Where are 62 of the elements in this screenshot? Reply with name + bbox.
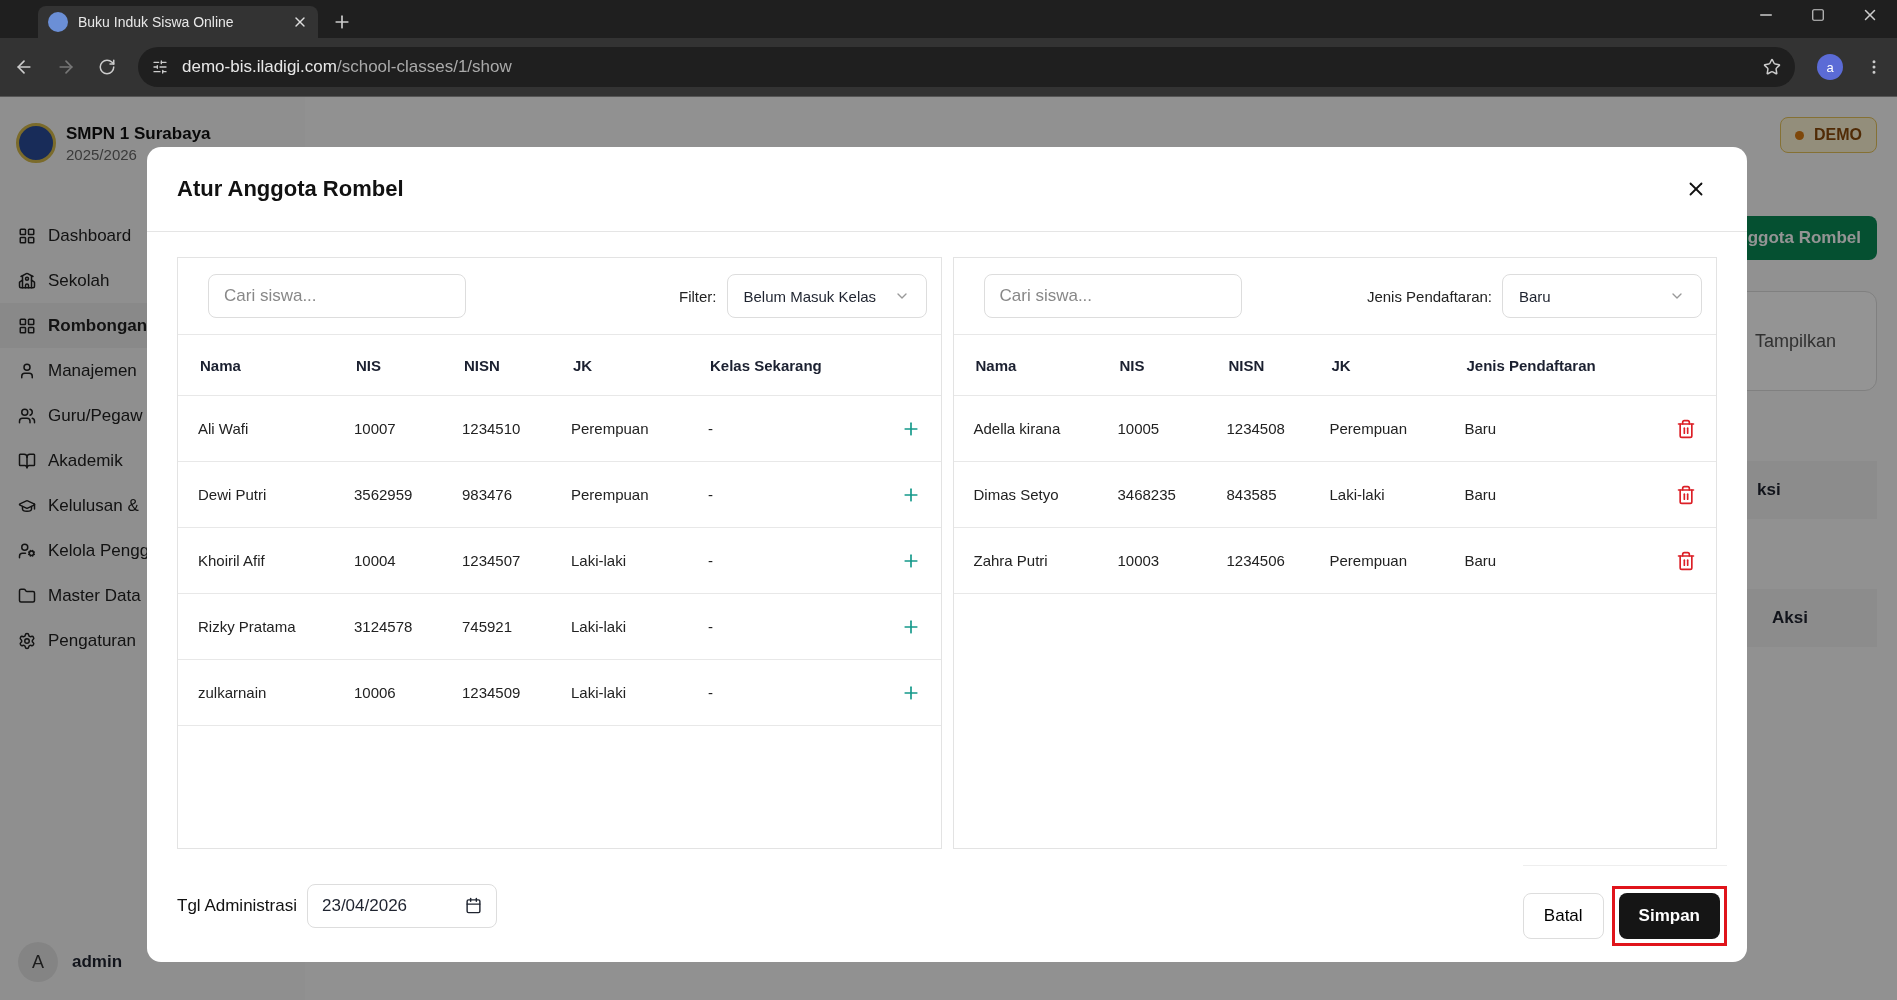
- column-header: ksi: [1757, 480, 1781, 500]
- table-cell-text: Baru: [1464, 486, 1498, 503]
- user-name: admin: [72, 952, 123, 972]
- column-header: NIS: [1118, 356, 1146, 374]
- table-cell-text: Laki-laki: [571, 552, 628, 569]
- school-name: SMPN 1 Surabaya: [66, 123, 211, 144]
- column-header: Kelas Sekarang: [709, 356, 823, 374]
- demo-badge: DEMO: [1780, 117, 1877, 153]
- table-cell-text: 745921: [462, 618, 514, 635]
- card-label: Tampilkan: [1754, 330, 1836, 352]
- column-header: JK: [1330, 356, 1352, 374]
- column-header: Nama: [974, 356, 1018, 374]
- table-cell-text: Perempuan: [571, 420, 650, 437]
- table-cell-text: Dimas Setyo: [973, 486, 1060, 503]
- table-cell-text: -: [708, 420, 714, 437]
- filter-label: Filter:: [679, 287, 717, 305]
- table-cell-text: -: [708, 552, 714, 569]
- table-cell-text: Perempuan: [1329, 420, 1409, 437]
- table-cell-text: 10006: [354, 684, 397, 701]
- table-cell-text: 3468235: [1117, 486, 1177, 503]
- table-cell-text: Rizky Pratama: [198, 618, 297, 635]
- table-cell-text: Laki-laki: [571, 684, 628, 701]
- table-cell-text: Laki-laki: [1329, 486, 1386, 503]
- date-label: Tgl Administrasi: [177, 895, 297, 916]
- table-cell-text: 843585: [1226, 486, 1278, 503]
- table-cell-text: Laki-laki: [571, 618, 628, 635]
- table-cell-text: 10007: [354, 420, 397, 437]
- table-cell-text: Baru: [1464, 552, 1498, 569]
- table-cell-text: -: [708, 618, 714, 635]
- table-cell-text: 10005: [1117, 420, 1161, 437]
- column-header: JK: [572, 356, 594, 374]
- table-cell-text: 1234509: [462, 684, 522, 701]
- table-cell-text: 1234507: [462, 552, 522, 569]
- user-avatar: A: [18, 942, 58, 982]
- table-cell-text: Khoiril Afif: [198, 552, 266, 569]
- table-cell-text: -: [708, 684, 714, 701]
- table-cell-text: 1234506: [1226, 552, 1286, 569]
- table-cell-text: 1234508: [1226, 420, 1286, 437]
- table-cell-text: 1234510: [462, 420, 522, 437]
- column-header: Aksi: [1772, 608, 1808, 628]
- table-cell-text: Dewi Putri: [198, 486, 268, 503]
- column-header: NISN: [463, 356, 501, 374]
- table-cell-text: zulkarnain: [198, 684, 268, 701]
- table-cell-text: Ali Wafi: [198, 420, 250, 437]
- table-cell-text: -: [708, 486, 714, 503]
- column-header: NISN: [1227, 356, 1266, 374]
- column-header: NIS: [355, 356, 382, 374]
- filter-label: Jenis Pendaftaran:: [1366, 287, 1492, 305]
- table-cell-text: Perempuan: [571, 486, 650, 503]
- table-cell-text: 983476: [462, 486, 514, 503]
- column-header: Jenis Pendaftaran: [1465, 356, 1597, 374]
- table-cell-text: 3124578: [354, 618, 414, 635]
- table-cell-text: Zahra Putri: [973, 552, 1049, 569]
- dialog-title: Atur Anggota Rombel: [177, 176, 404, 202]
- school-year: 2025/2026: [66, 145, 138, 163]
- table-cell-text: Baru: [1464, 420, 1498, 437]
- table-cell-text: Perempuan: [1329, 552, 1409, 569]
- column-header: Nama: [199, 356, 242, 374]
- table-cell-text: 3562959: [354, 486, 414, 503]
- table-cell-text: 10003: [1117, 552, 1161, 569]
- table-cell-text: 10004: [354, 552, 397, 569]
- table-cell-text: Adella kirana: [973, 420, 1062, 437]
